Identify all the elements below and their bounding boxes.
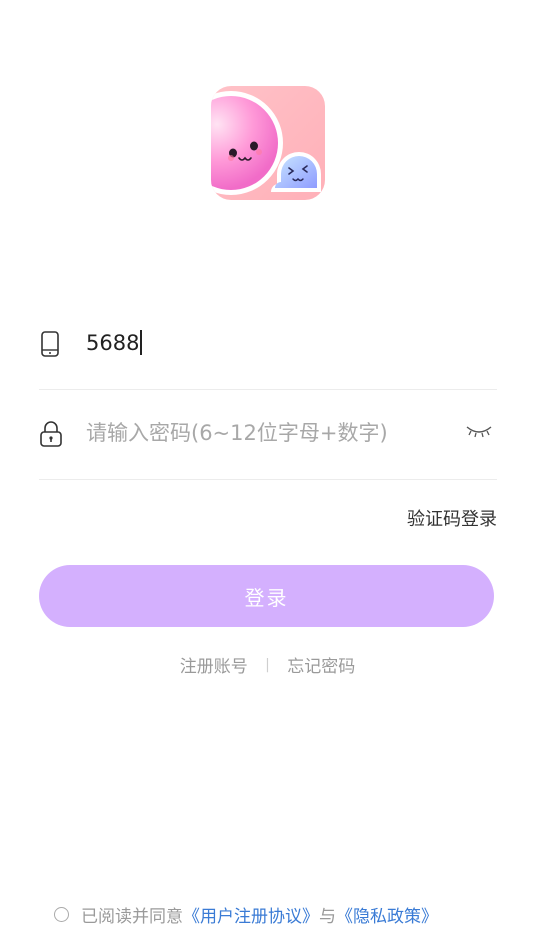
agreement-prefix: 已阅读并同意	[81, 907, 183, 927]
password-field-row	[39, 389, 497, 480]
eye-closed-icon[interactable]	[465, 423, 493, 441]
ghost-mascot-logo-icon	[211, 91, 321, 195]
lock-icon	[39, 421, 63, 447]
password-input[interactable]	[86, 416, 446, 450]
login-button[interactable]: 登录	[39, 565, 494, 627]
register-link[interactable]: 注册账号	[180, 657, 248, 677]
agreement-conjunction: 与	[319, 907, 336, 927]
phone-field-row: 5688	[39, 299, 497, 390]
app-logo	[211, 86, 325, 200]
phone-input[interactable]: 5688	[86, 330, 142, 356]
forgot-password-link[interactable]: 忘记密码	[287, 657, 355, 677]
agreement-radio[interactable]	[54, 907, 69, 922]
phone-icon	[39, 331, 63, 357]
phone-input-value: 5688	[86, 331, 140, 355]
code-login-link[interactable]: 验证码登录	[407, 505, 497, 531]
account-links: 注册账号 | 忘记密码	[0, 652, 535, 678]
link-separator: |	[265, 656, 270, 673]
agreement-row: 已阅读并同意 《用户注册协议》 与 《隐私政策》	[54, 902, 438, 927]
user-agreement-link[interactable]: 《用户注册协议》	[183, 902, 319, 927]
text-caret	[140, 330, 142, 355]
privacy-policy-link[interactable]: 《隐私政策》	[336, 902, 438, 927]
